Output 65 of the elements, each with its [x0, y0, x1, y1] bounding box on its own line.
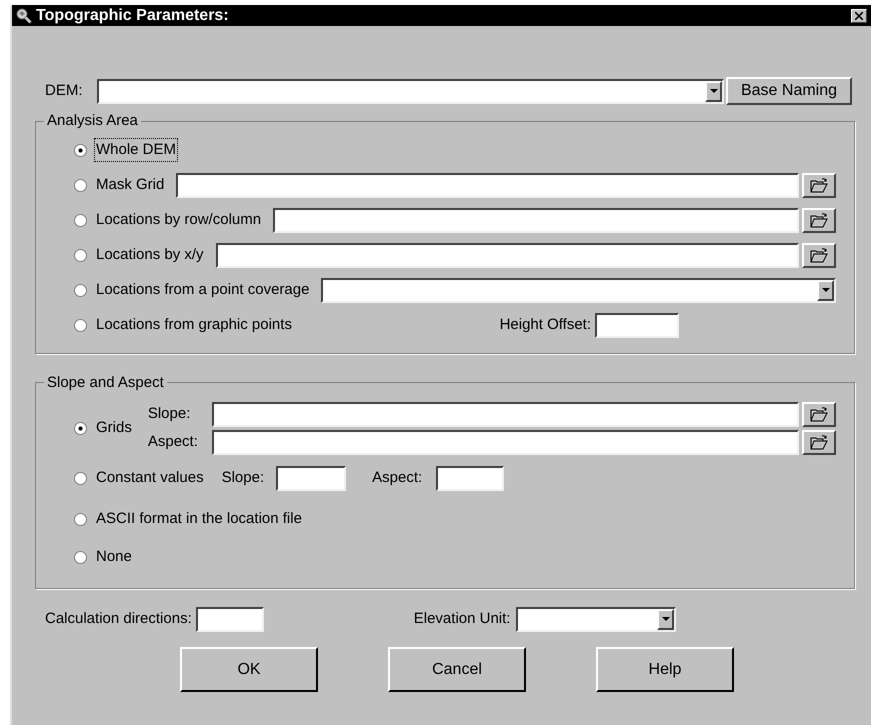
dropdown-button[interactable]	[817, 280, 834, 300]
dropdown-field[interactable]	[516, 606, 676, 632]
dropdown-field[interactable]	[321, 278, 836, 302]
option-label: Locations from a point coverage	[95, 280, 310, 300]
dropdown-button[interactable]	[705, 80, 722, 102]
text-field[interactable]	[216, 242, 799, 268]
radio-button[interactable]	[74, 318, 87, 332]
browse-button[interactable]	[802, 208, 836, 232]
open-folder-icon	[810, 406, 828, 422]
open-folder-icon	[810, 178, 828, 192]
radio-button[interactable]	[74, 214, 87, 226]
browse-button[interactable]	[802, 402, 836, 426]
open-folder-icon	[810, 434, 828, 450]
window-title: Topographic Parameters:	[36, 6, 230, 26]
field-label: Elevation Unit:	[414, 608, 510, 629]
dropdown-button[interactable]	[657, 608, 674, 630]
radio-button[interactable]	[74, 422, 87, 434]
field-label: Calculation directions:	[45, 608, 192, 629]
group-title: Slope and Aspect	[46, 372, 165, 392]
text-field[interactable]	[212, 430, 799, 454]
option-label: Whole DEM	[94, 138, 178, 162]
dialog-button[interactable]: Cancel	[388, 647, 526, 692]
open-folder-icon	[810, 212, 828, 228]
text-field[interactable]	[276, 466, 346, 490]
browse-button[interactable]	[802, 430, 836, 454]
field-label: Aspect:	[148, 432, 199, 452]
text-field[interactable]	[595, 312, 679, 338]
close-button[interactable]	[851, 8, 867, 22]
option-label: Mask Grid	[95, 174, 166, 195]
text-field[interactable]	[273, 208, 799, 232]
down-arrow-icon	[710, 89, 718, 93]
browse-button[interactable]	[802, 242, 836, 268]
down-arrow-icon	[662, 617, 670, 621]
radio-button[interactable]	[74, 144, 87, 156]
field-label: DEM:	[45, 80, 84, 101]
option-label: Locations from graphic points	[95, 314, 293, 335]
radio-button[interactable]	[74, 512, 87, 526]
option-label: None	[95, 546, 133, 567]
radio-button[interactable]	[74, 284, 87, 296]
dialog-button[interactable]: OK	[180, 647, 318, 692]
option-label: Locations by x/y	[95, 244, 205, 265]
option-label: Grids	[95, 418, 133, 438]
browse-button[interactable]	[802, 172, 836, 198]
text-field[interactable]	[176, 172, 799, 198]
open-folder-icon	[810, 248, 828, 262]
dialog-button[interactable]: Help	[596, 647, 734, 692]
group-title: Analysis Area	[46, 111, 139, 131]
field-label: Aspect:	[372, 468, 422, 488]
radio-button[interactable]	[74, 178, 87, 192]
option-label: Locations by row/column	[95, 210, 262, 230]
field-label: Slope:	[148, 404, 192, 424]
base-naming-button[interactable]: Base Naming	[726, 77, 852, 105]
field-label: Slope:	[222, 468, 264, 488]
text-field[interactable]	[196, 606, 264, 632]
text-field[interactable]	[436, 466, 504, 490]
radio-button[interactable]	[74, 472, 87, 484]
radio-button[interactable]	[74, 550, 87, 564]
option-label: Constant values	[95, 468, 205, 488]
close-icon	[855, 12, 863, 20]
radio-button[interactable]	[74, 248, 87, 262]
field-label: Height Offset:	[500, 314, 591, 335]
dropdown-field[interactable]	[97, 78, 724, 104]
text-field[interactable]	[212, 402, 799, 426]
option-label: ASCII format in the location file	[95, 508, 303, 529]
down-arrow-icon	[822, 288, 830, 292]
